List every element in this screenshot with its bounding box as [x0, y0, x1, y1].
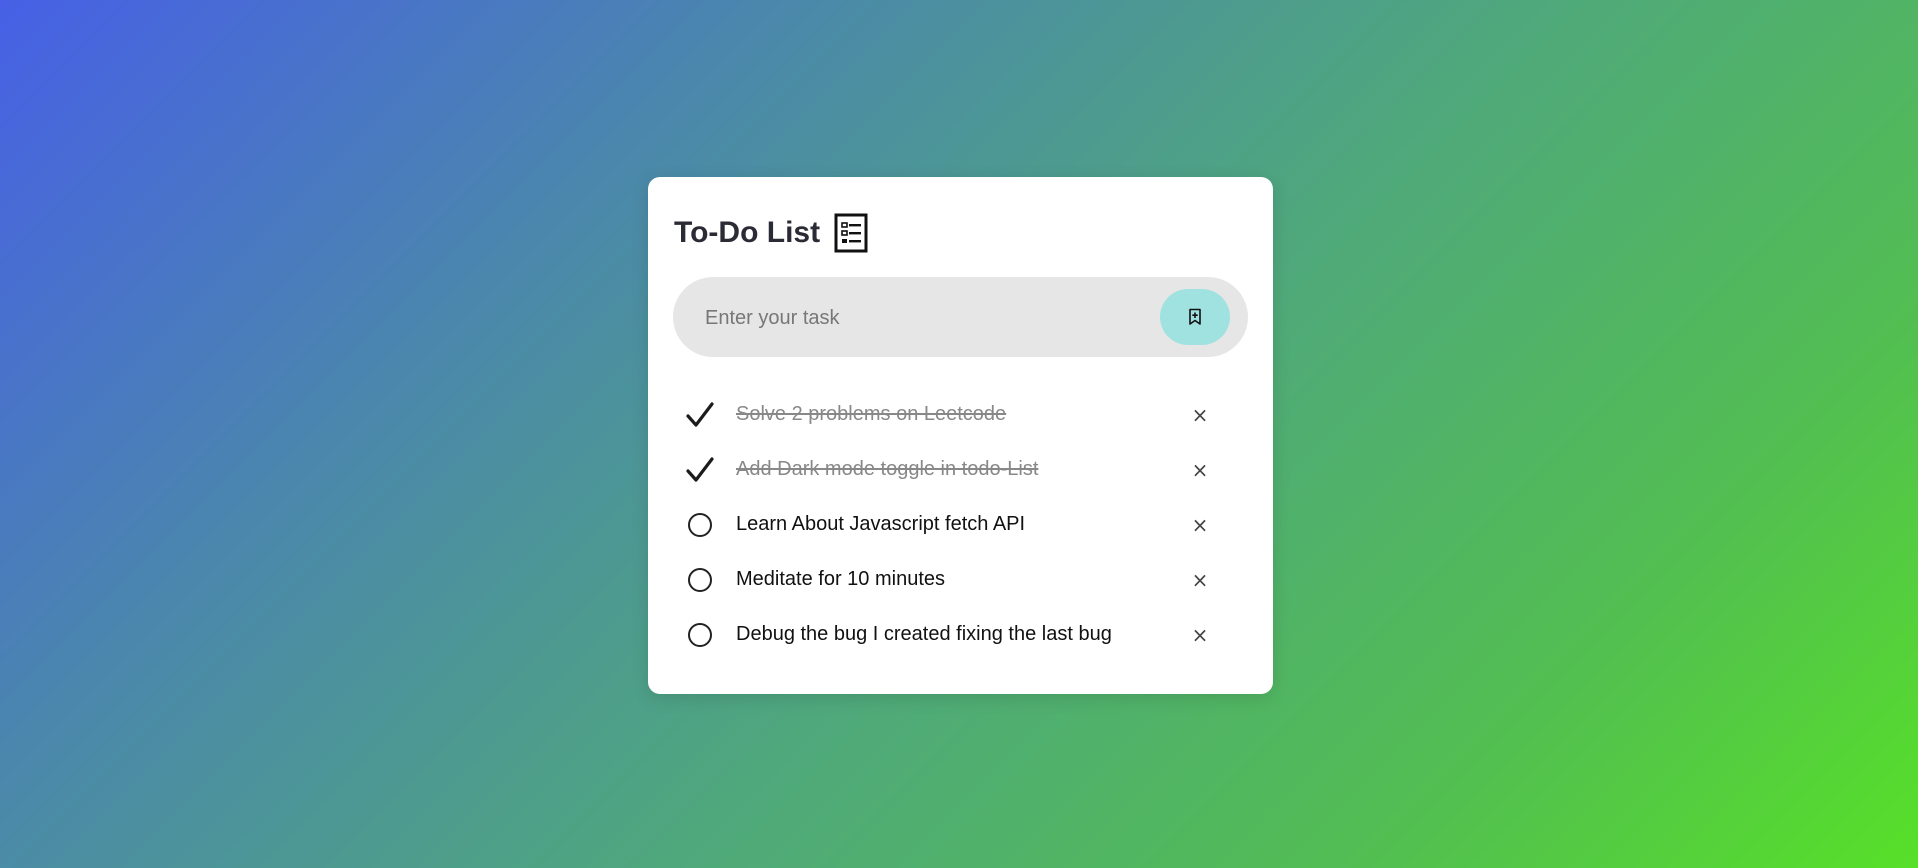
task-item[interactable]: Solve 2 problems on Leetcode × — [686, 387, 1246, 442]
todo-card: To-Do List Enter your task Solve 2 probl… — [648, 177, 1273, 694]
task-input-row — [673, 277, 1248, 359]
add-task-button[interactable] — [1160, 289, 1230, 345]
task-text[interactable]: Solve 2 problems on Leetcode — [736, 403, 1006, 426]
task-text[interactable]: Debug the bug I created fixing the last … — [736, 623, 1112, 646]
task-list: Solve 2 problems on Leetcode × Add Dark … — [686, 387, 1246, 662]
unchecked-circle-icon[interactable] — [686, 566, 714, 594]
close-icon: × — [1191, 622, 1209, 647]
page-title: To-Do List — [674, 216, 821, 249]
checklist-icon — [834, 213, 868, 253]
task-item[interactable]: Meditate for 10 minutes × — [686, 552, 1246, 607]
close-icon: × — [1191, 567, 1209, 592]
task-text[interactable]: Add Dark mode toggle in todo-List — [736, 458, 1038, 481]
delete-task-button[interactable]: × — [1186, 456, 1214, 484]
checkmark-icon[interactable] — [686, 456, 714, 484]
task-text[interactable]: Meditate for 10 minutes — [736, 568, 945, 591]
task-input[interactable] — [703, 277, 1127, 359]
delete-task-button[interactable]: × — [1186, 566, 1214, 594]
task-item[interactable]: Debug the bug I created fixing the last … — [686, 607, 1246, 662]
task-item[interactable]: Learn About Javascript fetch API × — [686, 497, 1246, 552]
delete-task-button[interactable]: × — [1186, 621, 1214, 649]
close-icon: × — [1191, 512, 1209, 537]
bookmark-add-icon — [1187, 308, 1203, 326]
checkmark-icon[interactable] — [686, 401, 714, 429]
task-item[interactable]: Add Dark mode toggle in todo-List × — [686, 442, 1246, 497]
delete-task-button[interactable]: × — [1186, 401, 1214, 429]
task-text[interactable]: Learn About Javascript fetch API — [736, 513, 1025, 536]
delete-task-button[interactable]: × — [1186, 511, 1214, 539]
unchecked-circle-icon[interactable] — [686, 511, 714, 539]
close-icon: × — [1191, 457, 1209, 482]
close-icon: × — [1191, 402, 1209, 427]
header: To-Do List — [674, 213, 868, 253]
unchecked-circle-icon[interactable] — [686, 621, 714, 649]
